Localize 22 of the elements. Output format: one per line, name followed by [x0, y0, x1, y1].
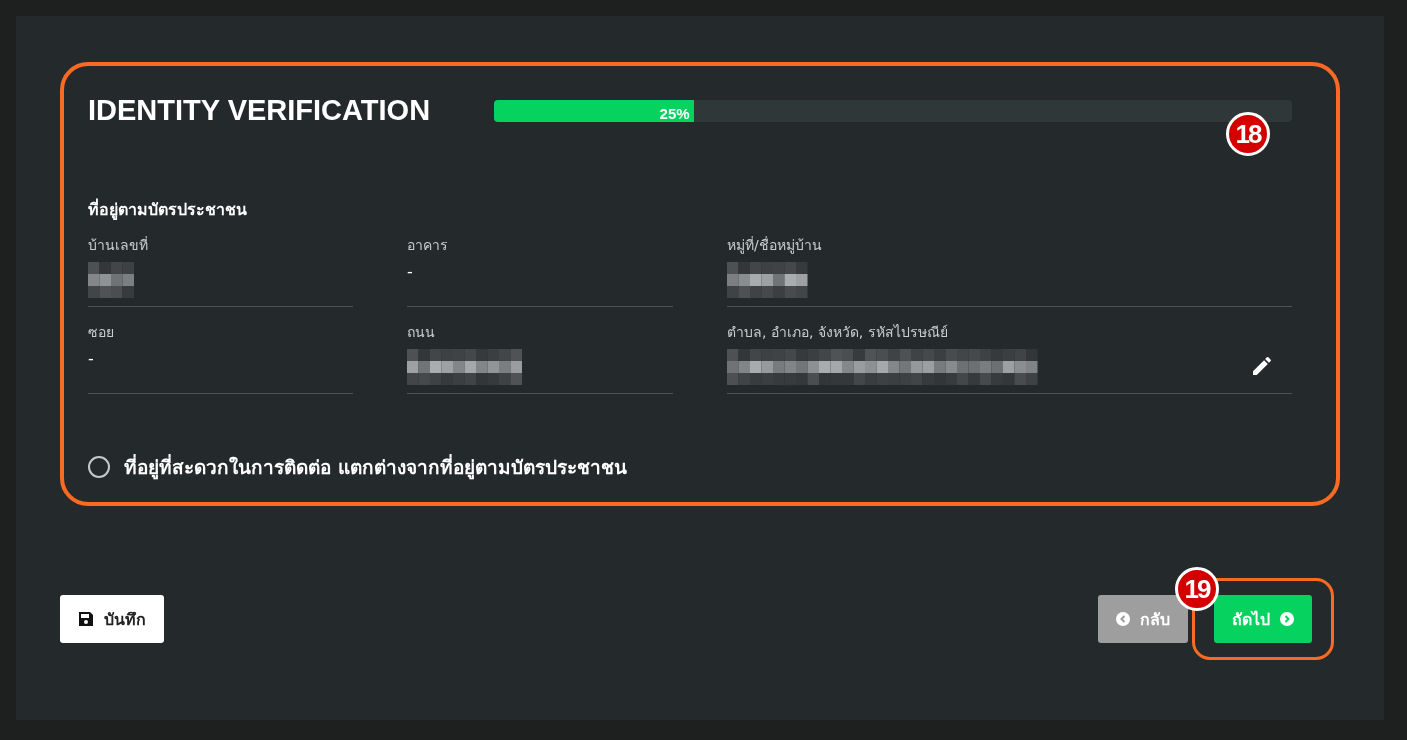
- page-title: IDENTITY VERIFICATION: [88, 94, 431, 127]
- chevron-right-icon: [1280, 612, 1294, 626]
- field-label: หมู่ที่/ชื่อหมู่บ้าน: [727, 235, 823, 256]
- section-heading: ที่อยู่ตามบัตรประชาชน: [88, 197, 248, 222]
- radio-label: ที่อยู่ที่สะดวกในการติดต่อ แตกต่างจากที่อยู่ตามบัตรประชาชน: [124, 453, 627, 482]
- step-badge: 18: [1226, 112, 1270, 156]
- edit-icon[interactable]: [1250, 354, 1274, 378]
- progress-reading: 25%: [659, 105, 691, 122]
- field-label: อาคาร: [407, 236, 449, 255]
- save-button[interactable]: บันทึก: [60, 595, 164, 643]
- radio-button[interactable]: [88, 456, 110, 478]
- field-label: ตำบล, อำเภอ, จังหวัด, รหัสไปรษณีย์: [727, 323, 949, 342]
- save-icon: [78, 611, 94, 627]
- field-label: บ้านเลขที่: [88, 235, 149, 255]
- chevron-left-icon: [1116, 612, 1130, 626]
- blurred-value-drawing: [88, 262, 134, 298]
- step-badge: 19: [1175, 567, 1219, 611]
- field-value: -: [407, 262, 414, 281]
- field-label: ถนน: [407, 323, 436, 342]
- next-button[interactable]: ถัดไป: [1214, 595, 1312, 643]
- field-label: ซอย: [88, 323, 115, 342]
- field-value: -: [88, 349, 95, 368]
